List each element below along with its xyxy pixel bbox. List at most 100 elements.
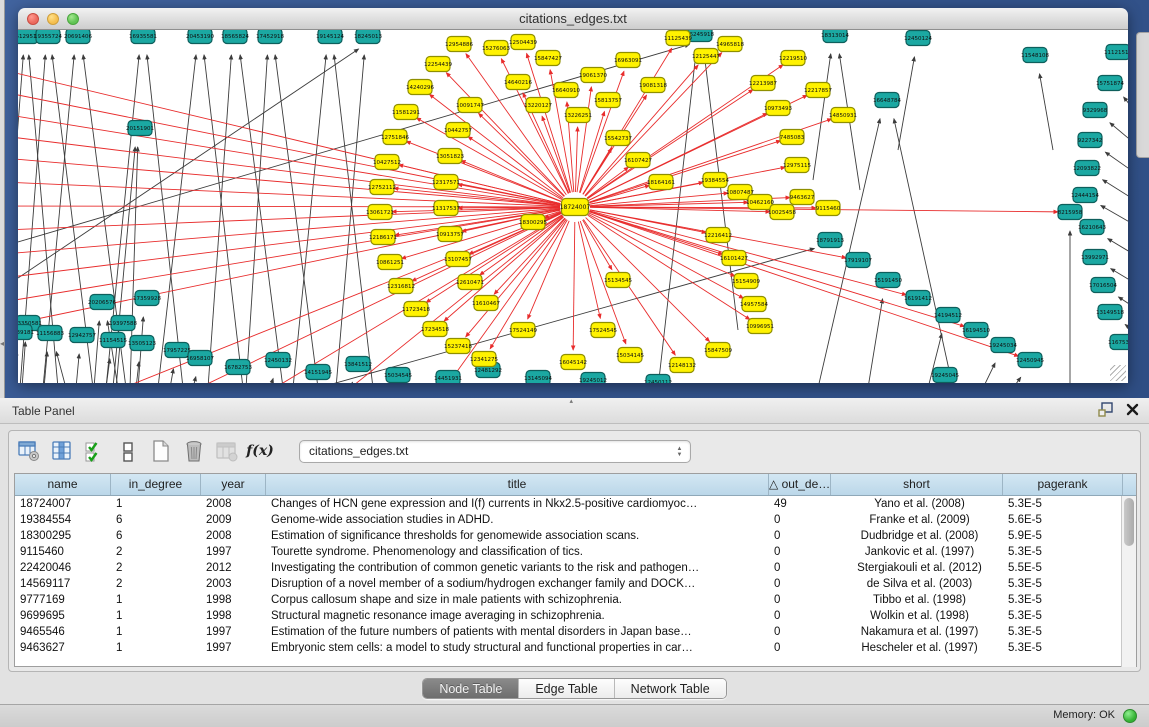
graph-node[interactable]: 13992971 <box>1081 250 1109 265</box>
citation-edge-red[interactable] <box>573 222 575 350</box>
graph-node[interactable]: 9115460 <box>816 201 841 216</box>
column-header-in_degree[interactable]: in_degree <box>111 474 201 495</box>
graph-node[interactable]: 11317537 <box>432 201 460 216</box>
citation-edge-black[interactable] <box>293 55 326 383</box>
citation-edge-black[interactable] <box>1103 180 1128 202</box>
float-panel-icon[interactable] <box>1098 402 1114 417</box>
graph-node[interactable]: 12450112 <box>644 375 672 384</box>
graph-node[interactable]: 12450132 <box>264 353 292 368</box>
graph-node[interactable]: 12444154 <box>1071 188 1099 203</box>
checkbox-column-icon[interactable] <box>116 439 140 463</box>
citation-edge-black[interactable] <box>170 369 173 383</box>
graph-node[interactable]: 17234518 <box>421 322 449 337</box>
citation-edge-black[interactable] <box>22 342 25 383</box>
citation-edge-black[interactable] <box>1013 377 1021 383</box>
graph-node[interactable]: 13061721 <box>366 205 394 220</box>
graph-node[interactable]: 12504439 <box>509 35 537 50</box>
graph-node[interactable]: 16107427 <box>624 153 652 168</box>
graph-node[interactable]: 12219510 <box>779 51 807 66</box>
graph-node[interactable]: 10861251 <box>376 255 404 270</box>
graph-node[interactable]: 15154909 <box>732 274 760 289</box>
graph-node[interactable]: 15276063 <box>482 41 510 56</box>
table-selector-combobox[interactable]: citations_edges.txt ▲▼ <box>299 440 691 463</box>
graph-node[interactable]: 15847427 <box>534 51 562 66</box>
citation-edge-black[interactable] <box>983 363 995 383</box>
column-header-name[interactable]: name <box>15 474 111 495</box>
graph-node[interactable]: 9227342 <box>1078 133 1103 148</box>
graph-node[interactable]: 11154515 <box>99 333 127 348</box>
table-row[interactable]: 911546021997Tourette syndrome. Phenomeno… <box>15 544 1136 560</box>
citation-edge-black[interactable] <box>1105 152 1128 175</box>
graph-node[interactable]: 14240296 <box>406 80 434 95</box>
citation-edge-black[interactable] <box>1110 123 1128 148</box>
network-canvas[interactable]: 1512951819355724206914061693558120453190… <box>18 30 1128 383</box>
citation-edge-red[interactable] <box>258 215 562 383</box>
graph-node[interactable]: 19061370 <box>579 68 607 83</box>
citation-edge-black[interactable] <box>1124 97 1128 125</box>
tab-node-table[interactable]: Node Table <box>423 679 519 698</box>
graph-node[interactable]: 16191412 <box>904 291 932 306</box>
graph-node[interactable]: 16194510 <box>962 323 990 338</box>
panel-splitter-handle[interactable]: ▴ <box>570 397 574 405</box>
citation-edge-black[interactable] <box>818 119 880 383</box>
graph-node[interactable]: 10996951 <box>746 319 774 334</box>
select-rows-icon[interactable] <box>83 439 107 463</box>
window-titlebar[interactable]: citations_edges.txt <box>18 8 1128 30</box>
citation-edge-black[interactable] <box>350 382 352 383</box>
citation-edge-black[interactable] <box>56 352 66 383</box>
left-splitter[interactable]: ◂ <box>0 0 5 398</box>
column-header-title[interactable]: title <box>266 474 769 495</box>
graph-node[interactable]: 11548108 <box>1021 48 1049 63</box>
graph-node[interactable]: 13505123 <box>128 336 156 351</box>
graph-node[interactable]: 10091747 <box>456 98 484 113</box>
citation-edge-black[interactable] <box>868 299 883 383</box>
graph-node[interactable]: 18791913 <box>816 233 844 248</box>
tab-edge-table[interactable]: Edge Table <box>519 679 614 698</box>
graph-node[interactable]: 17359928 <box>133 291 161 306</box>
graph-node[interactable]: 17452918 <box>256 30 284 44</box>
new-file-icon[interactable] <box>149 439 173 463</box>
graph-node[interactable]: 16935581 <box>129 30 157 44</box>
graph-node[interactable]: 11156883 <box>36 326 64 341</box>
graph-node[interactable]: 15034145 <box>616 348 644 363</box>
graph-node[interactable]: 12975115 <box>783 158 811 173</box>
table-row[interactable]: 1830029562008Estimation of significance … <box>15 528 1136 544</box>
graph-node[interactable]: 19355724 <box>34 30 62 44</box>
graph-node[interactable]: 15237418 <box>444 339 472 354</box>
graph-node[interactable]: 9329968 <box>1083 103 1108 118</box>
graph-node[interactable]: 19139181 <box>18 325 34 340</box>
citation-edge-black[interactable] <box>894 119 953 383</box>
citation-edge-black[interactable] <box>76 354 79 383</box>
graph-node[interactable]: 18724007 <box>560 199 591 216</box>
graph-node[interactable]: 10913757 <box>436 227 464 242</box>
graph-node[interactable]: 12751846 <box>381 130 409 145</box>
graph-node[interactable]: 17016504 <box>1089 278 1117 293</box>
graph-node[interactable]: 13226251 <box>564 108 592 123</box>
citation-edge-red[interactable] <box>18 114 560 205</box>
citation-edge-black[interactable] <box>193 377 196 383</box>
citation-edge-black[interactable] <box>270 379 273 383</box>
graph-node[interactable]: 13145094 <box>524 371 552 384</box>
graph-node[interactable]: 12942757 <box>68 328 96 343</box>
graph-node[interactable]: 13220127 <box>524 98 552 113</box>
graph-node[interactable]: 19397588 <box>109 316 137 331</box>
window-resize-grip[interactable] <box>1110 365 1126 381</box>
import-table-icon[interactable] <box>215 439 239 463</box>
table-row[interactable]: 969969511998Structural magnetic resonanc… <box>15 608 1136 624</box>
citation-edge-red[interactable] <box>589 212 1018 356</box>
graph-node[interactable]: 16782753 <box>224 360 252 375</box>
graph-node[interactable]: 9463627 <box>790 190 815 205</box>
graph-node[interactable]: 12752112 <box>368 180 396 195</box>
delete-icon[interactable] <box>182 439 206 463</box>
citation-edge-red[interactable] <box>18 208 560 254</box>
close-panel-icon[interactable] <box>1126 403 1139 416</box>
graph-node[interactable]: 12148132 <box>668 358 696 373</box>
collapse-arrow-icon[interactable]: ◂ <box>0 340 4 348</box>
graph-node[interactable]: 14957584 <box>740 297 768 312</box>
citation-edge-black[interactable] <box>334 55 373 383</box>
graph-node[interactable]: 8215958 <box>1058 205 1083 220</box>
graph-node[interactable]: 12217857 <box>804 83 832 98</box>
graph-node[interactable]: 12213987 <box>749 76 777 91</box>
graph-node[interactable]: 15034545 <box>384 368 412 383</box>
graph-node[interactable]: 15191450 <box>874 273 902 288</box>
